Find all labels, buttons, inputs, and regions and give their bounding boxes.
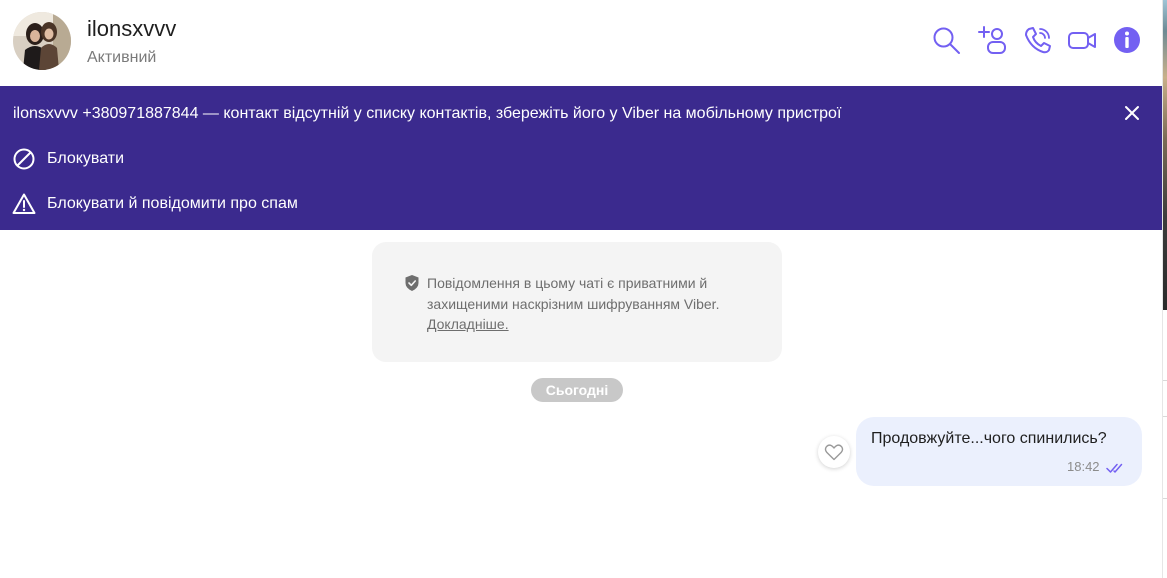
- encryption-text: Повідомлення в цьому чаті є приватними й…: [427, 273, 757, 335]
- read-receipt-icon: [1106, 461, 1128, 473]
- add-participant-icon[interactable]: [976, 24, 1008, 56]
- unknown-contact-banner: ilonsxvvv +380971887844 — контакт відсут…: [0, 86, 1162, 230]
- message-time: 18:42: [1067, 459, 1100, 474]
- close-icon[interactable]: [1121, 102, 1143, 124]
- like-button[interactable]: [818, 436, 850, 468]
- adjacent-window-edge: [1162, 0, 1167, 578]
- block-icon: [12, 147, 36, 171]
- block-label: Блокувати: [47, 150, 125, 167]
- learn-more-link[interactable]: Докладніше.: [427, 316, 509, 332]
- contact-status: Активний: [87, 49, 157, 66]
- chat-header: ilonsxvvv Активний: [0, 0, 1162, 86]
- banner-message: ilonsxvvv +380971887844 — контакт відсут…: [13, 105, 842, 122]
- avatar[interactable]: [13, 12, 71, 70]
- block-and-report-spam-button[interactable]: Блокувати й повідомити про спам: [12, 190, 298, 218]
- message-bubble[interactable]: Продовжуйте...чого спинились? 18:42: [856, 417, 1142, 486]
- video-call-icon[interactable]: [1066, 24, 1098, 56]
- heart-icon: [824, 444, 844, 461]
- date-separator: Сьогодні: [531, 378, 623, 402]
- search-icon[interactable]: [930, 24, 962, 56]
- info-icon[interactable]: [1111, 24, 1143, 56]
- message-text: Продовжуйте...чого спинились?: [871, 430, 1107, 447]
- shield-icon: [404, 274, 420, 292]
- chat-window: ilonsxvvv Активний ilonsxvvv +3809718878…: [0, 0, 1162, 578]
- contact-name[interactable]: ilonsxvvv: [87, 16, 176, 42]
- block-button[interactable]: Блокувати: [12, 145, 124, 173]
- encryption-message: Повідомлення в цьому чаті є приватними й…: [427, 275, 720, 312]
- warning-icon: [12, 192, 36, 216]
- block-and-report-spam-label: Блокувати й повідомити про спам: [47, 195, 298, 212]
- voice-call-icon[interactable]: [1022, 24, 1054, 56]
